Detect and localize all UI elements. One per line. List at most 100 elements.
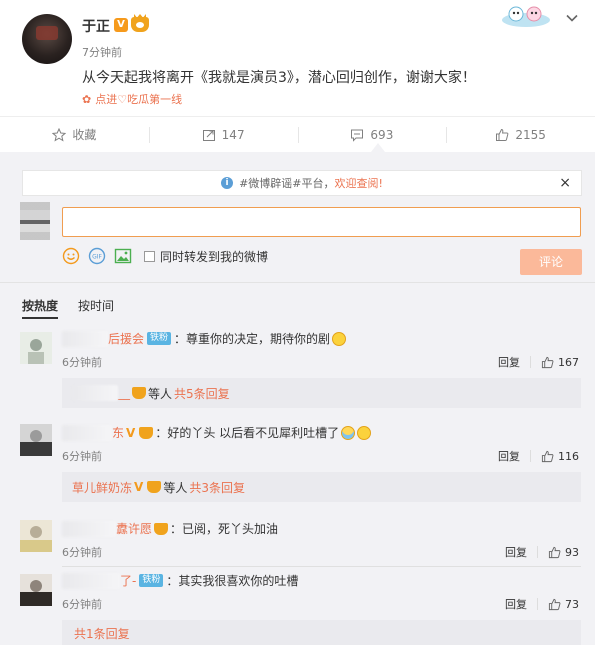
more-replies-link[interactable]: 共3条回复 [189, 479, 245, 496]
comment-time: 6分钟前 [62, 356, 102, 369]
more-replies-link[interactable]: 共5条回复 [174, 385, 230, 402]
reply-button[interactable]: 回复 [505, 544, 527, 560]
image-icon[interactable] [114, 247, 132, 265]
reply-button[interactable]: 回复 [498, 448, 520, 464]
post-source-label: 点进♡吃瓜第一线 [95, 93, 183, 106]
blurred-name [62, 424, 112, 441]
sub-reply-summary[interactable]: 共1条回复 [62, 620, 581, 645]
flower-icon: ✿ [82, 93, 92, 106]
rumor-link[interactable]: 欢迎查阅! [335, 175, 383, 191]
comment-like-count: 73 [565, 597, 579, 611]
sub-reply-summary[interactable]: __ 等人 共5条回复 [62, 378, 581, 408]
commenter-avatar[interactable] [20, 424, 52, 456]
blurred-name [72, 385, 118, 401]
svg-text:GIF: GIF [92, 254, 102, 261]
more-replies-link[interactable]: 共1条回复 [74, 625, 130, 642]
verified-badge-icon: V [114, 18, 128, 32]
commenter-name[interactable]: 了- [120, 572, 136, 589]
emoji-icon[interactable] [62, 247, 80, 265]
sub-reply-summary[interactable]: 草儿鲜奶冻 V 等人 共3条回复 [62, 472, 581, 502]
commenter-avatar[interactable] [20, 574, 52, 606]
commenter-avatar[interactable] [20, 520, 52, 552]
comment-divider [62, 566, 581, 567]
submit-comment-button[interactable]: 评论 [520, 249, 582, 275]
favorite-button[interactable]: 收藏 [0, 117, 149, 152]
verified-v-icon: V [134, 480, 144, 494]
close-icon[interactable]: × [559, 175, 571, 191]
comment-actions: 回复 167 [498, 354, 579, 370]
reply-button[interactable]: 回复 [498, 354, 520, 370]
commenter-avatar[interactable] [20, 332, 52, 364]
like-button[interactable]: 2155 [446, 117, 595, 152]
verified-v-icon: V [126, 425, 136, 440]
sub-reply-name: 草儿鲜奶冻 [72, 480, 133, 495]
comment-actions: 回复 93 [505, 544, 579, 560]
comment-actions: 回复 73 [505, 596, 579, 612]
comment-input[interactable] [62, 207, 581, 237]
divider [537, 598, 538, 610]
blurred-name [62, 330, 108, 347]
author-avatar[interactable] [22, 14, 72, 64]
like-count: 2155 [515, 127, 546, 142]
star-icon [52, 127, 67, 142]
gif-icon[interactable]: GIF [88, 247, 106, 265]
divider [537, 546, 538, 558]
crown-badge-icon [154, 522, 169, 535]
blush-emoji-icon [332, 331, 347, 346]
thumbs-up-icon[interactable] [548, 546, 561, 559]
sub-reply-etc: 等人 [148, 386, 173, 401]
thumbs-up-icon[interactable] [548, 598, 561, 611]
crying-emoji-icon [341, 425, 356, 440]
comment-like-count: 116 [558, 449, 579, 463]
chevron-down-icon[interactable] [566, 12, 578, 24]
weibo-post: 于正 V 7分钟前 从今天起我将离开《我就是演员3》，潜心回归创作，谢谢大家！ … [0, 0, 595, 152]
thumbs-up-icon[interactable] [541, 356, 554, 369]
rumor-notice: i #微博辟谣#平台， 欢迎查阅! × [22, 170, 582, 196]
compose-toolbar: GIF 同时转发到我的微博 [62, 246, 268, 266]
comment-text: ：尊重你的决定，期待你的剧 [174, 332, 331, 346]
thumbs-up-icon[interactable] [541, 450, 554, 463]
tab-sort-hot[interactable]: 按热度 [22, 297, 59, 319]
sub-reply-etc: 等人 [163, 480, 188, 495]
action-bar: 收藏 147 693 2155 [0, 116, 595, 152]
comment-icon [351, 129, 364, 142]
comment-line: 纛许愿 ：已阅，死丫头加油 [62, 520, 278, 537]
divider [530, 450, 531, 462]
forward-checkbox-row[interactable]: 同时转发到我的微博 [144, 248, 268, 265]
sad-emoji-icon [357, 425, 372, 440]
crown-badge-icon [132, 387, 146, 399]
comment-text: ：其实我很喜欢你的吐槽 [166, 574, 299, 588]
blurred-name [62, 520, 116, 537]
sort-tabs: 按热度 按时间 [0, 282, 595, 320]
fan-badge: 铁粉 [139, 574, 164, 587]
comment-like-count: 93 [565, 545, 579, 559]
commenter-name[interactable]: 后援会 [108, 330, 144, 347]
post-source[interactable]: ✿ 点进♡吃瓜第一线 [82, 91, 182, 107]
comment-line: 东 V ：好的丫头 以后看不见犀利吐槽了 [62, 424, 372, 441]
post-time[interactable]: 7分钟前 [82, 44, 122, 60]
fan-badge: 铁粉 [147, 332, 172, 345]
comment-time: 6分钟前 [62, 546, 102, 559]
comment-time: 6分钟前 [62, 598, 102, 611]
favorite-label: 收藏 [72, 128, 97, 142]
reply-button[interactable]: 回复 [505, 596, 527, 612]
commenter-name[interactable]: 纛许愿 [116, 520, 152, 537]
divider [530, 356, 531, 368]
comment-button[interactable]: 693 [297, 117, 447, 152]
forward-label: 同时转发到我的微博 [160, 249, 269, 264]
blurred-name [62, 572, 120, 589]
comment-line: 了- 铁粉 ：其实我很喜欢你的吐槽 [62, 572, 298, 589]
commenter-name[interactable]: 东 [112, 424, 124, 441]
rumor-text: #微博辟谣#平台， [239, 177, 335, 190]
repost-icon [202, 129, 215, 141]
forward-checkbox[interactable] [144, 250, 155, 262]
info-icon: i [221, 177, 234, 189]
author-name[interactable]: 于正 [82, 16, 110, 36]
repost-count: 147 [221, 127, 245, 142]
thumbs-up-icon [496, 128, 509, 141]
comment-text: ：已阅，死丫头加油 [170, 522, 279, 536]
comment-text: ：好的丫头 以后看不见犀利吐槽了 [155, 426, 340, 440]
repost-button[interactable]: 147 [148, 117, 298, 152]
comment-panel: i #微博辟谣#平台， 欢迎查阅! × GIF 同时转发到我的微博 评论 按热度 … [0, 152, 595, 645]
tab-sort-time[interactable]: 按时间 [78, 297, 114, 314]
